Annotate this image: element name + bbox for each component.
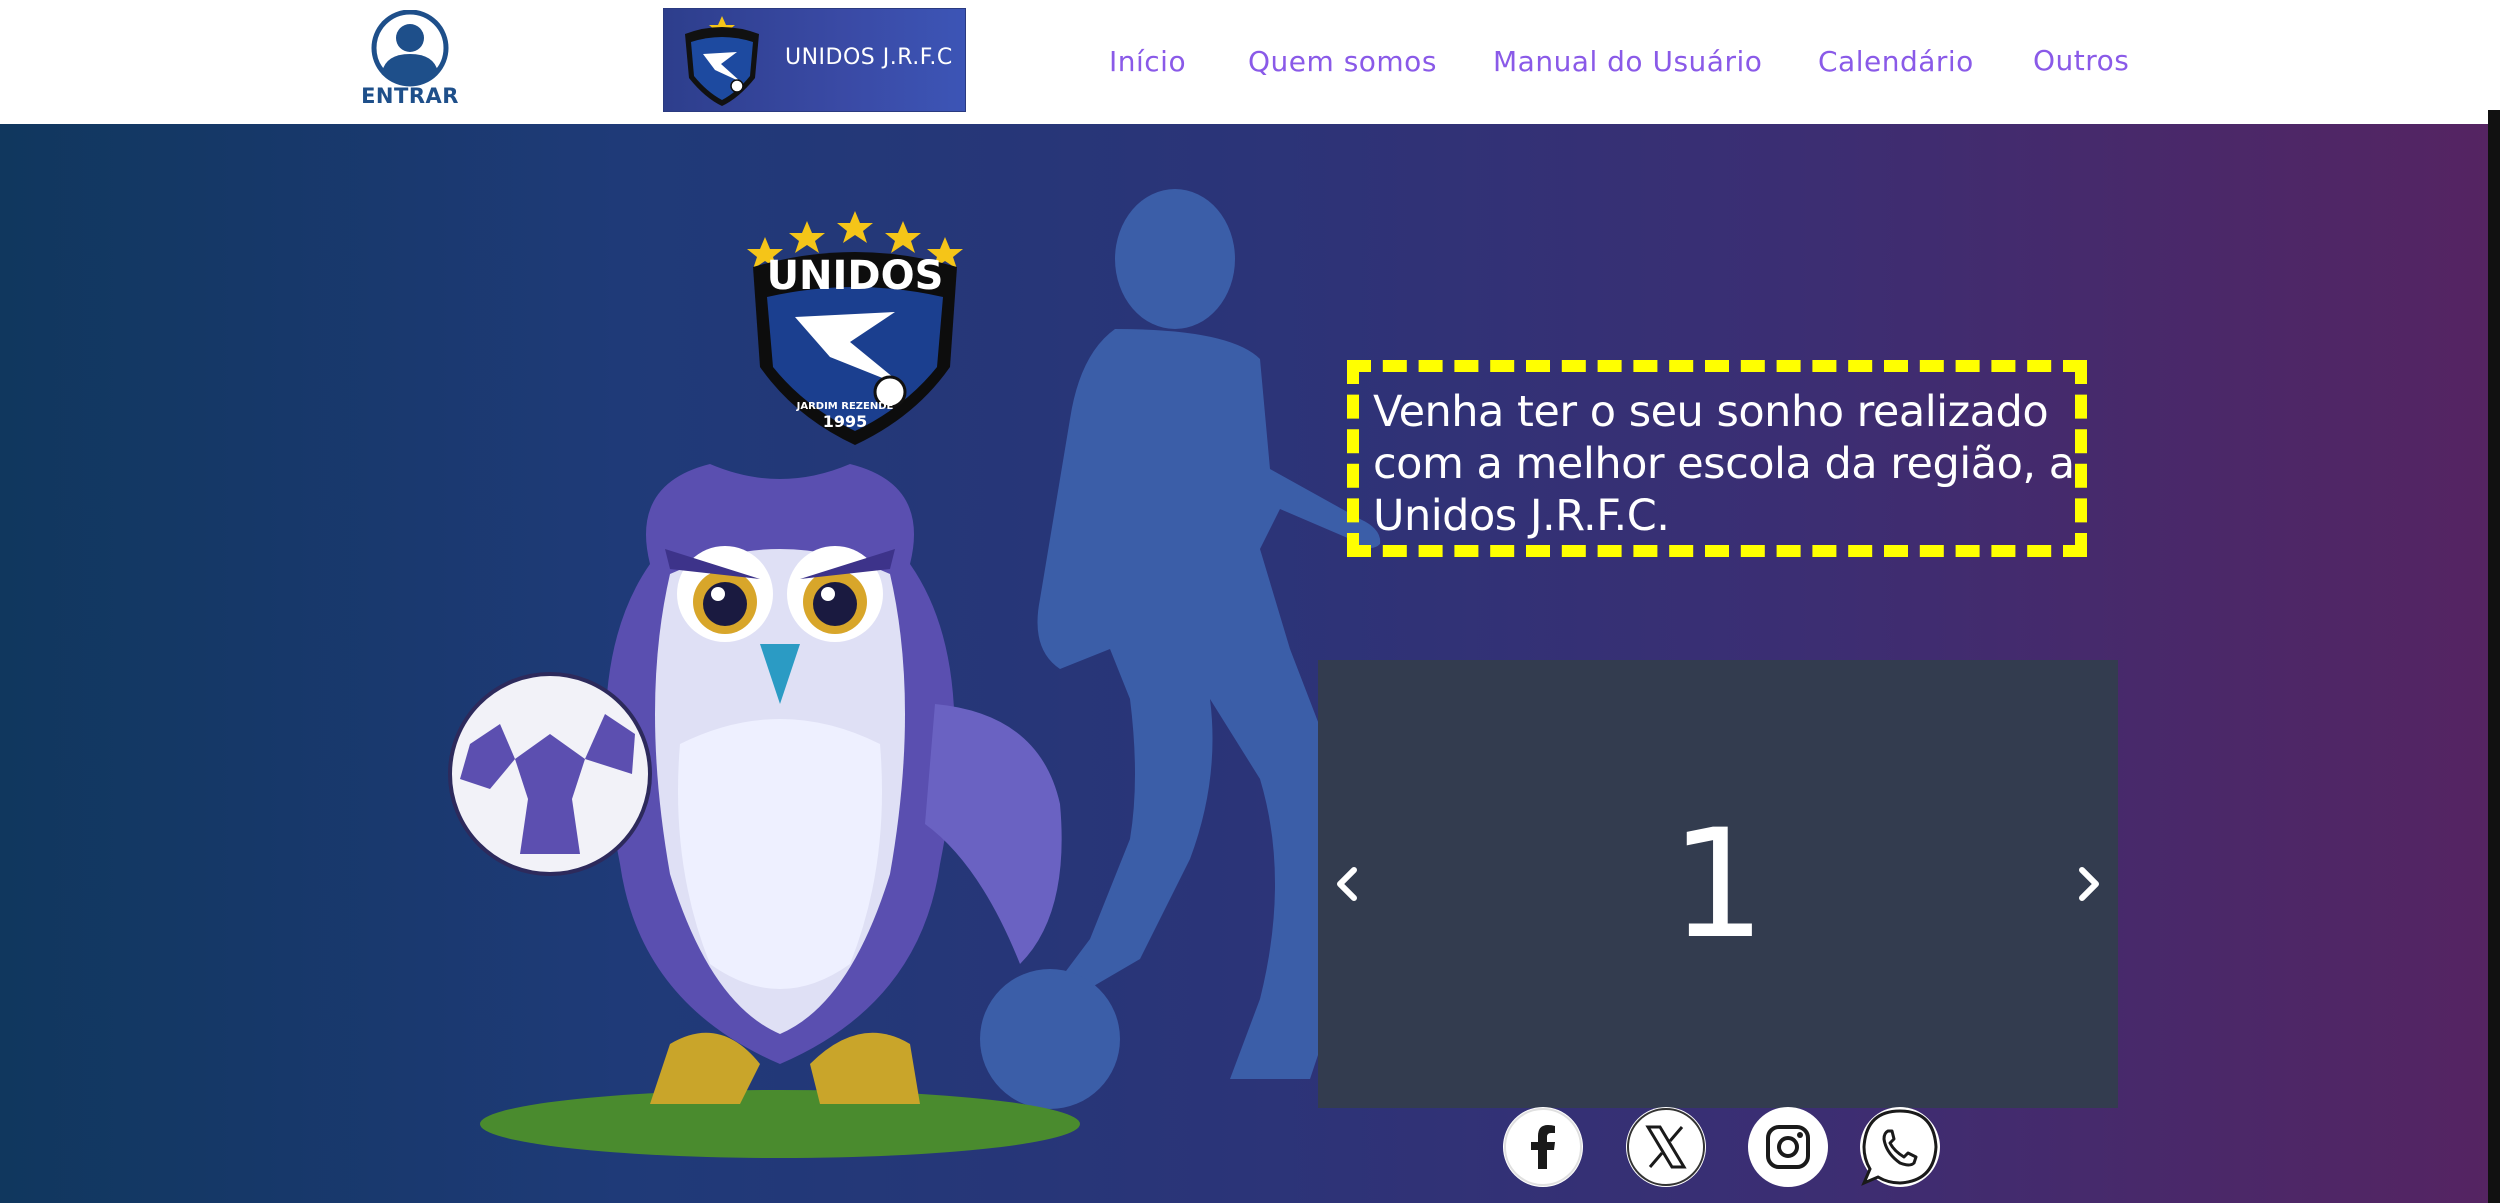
page-scrollbar[interactable] <box>2488 110 2500 1203</box>
nav-calendario[interactable]: Calendário <box>1818 45 1974 78</box>
crest-name: UNIDOS <box>767 253 944 299</box>
nav-quem-somos[interactable]: Quem somos <box>1248 45 1437 78</box>
owl-mascot-illustration <box>448 464 1080 1158</box>
social-facebook-link[interactable] <box>1503 1107 1583 1187</box>
whatsapp-icon <box>1861 1109 1938 1186</box>
login-label: ENTRAR <box>361 84 459 108</box>
club-crest-small-icon <box>685 16 759 106</box>
club-crest-logo: UNIDOS JARDIM REZENDE 1995 <box>747 211 963 445</box>
top-navbar: ENTRAR UNIDOS J.R.F.C Início Quem somos … <box>0 0 2500 124</box>
crest-subtitle: JARDIM REZENDE <box>796 401 894 412</box>
login-button[interactable]: ENTRAR <box>360 10 460 115</box>
chevron-right-icon <box>2079 867 2099 901</box>
social-instagram-link[interactable] <box>1748 1107 1828 1187</box>
carousel[interactable]: 1 <box>1318 660 2118 1108</box>
social-x-link[interactable] <box>1626 1107 1706 1187</box>
crest-year: 1995 <box>823 412 868 431</box>
nav-outros[interactable]: Outros <box>2033 44 2129 77</box>
carousel-slide-number: 1 <box>1670 798 1766 972</box>
instagram-icon <box>1750 1109 1826 1185</box>
slogan-box: Venha ter o seu sonho realizado com a me… <box>1347 360 2087 557</box>
facebook-icon <box>1504 1108 1582 1186</box>
x-twitter-icon <box>1627 1108 1705 1186</box>
social-whatsapp-link[interactable] <box>1860 1107 1940 1187</box>
nav-manual-do-usuario[interactable]: Manual do Usuário <box>1493 45 1762 78</box>
user-avatar-icon <box>371 10 449 87</box>
brand-logo-link[interactable]: UNIDOS J.R.F.C <box>663 8 966 112</box>
hero-section: UNIDOS JARDIM REZENDE 1995 Venha ter o s… <box>0 124 2490 1203</box>
nav-inicio[interactable]: Início <box>1109 45 1186 78</box>
brand-name: UNIDOS J.R.F.C <box>785 45 953 70</box>
carousel-next-button[interactable] <box>2068 860 2108 908</box>
